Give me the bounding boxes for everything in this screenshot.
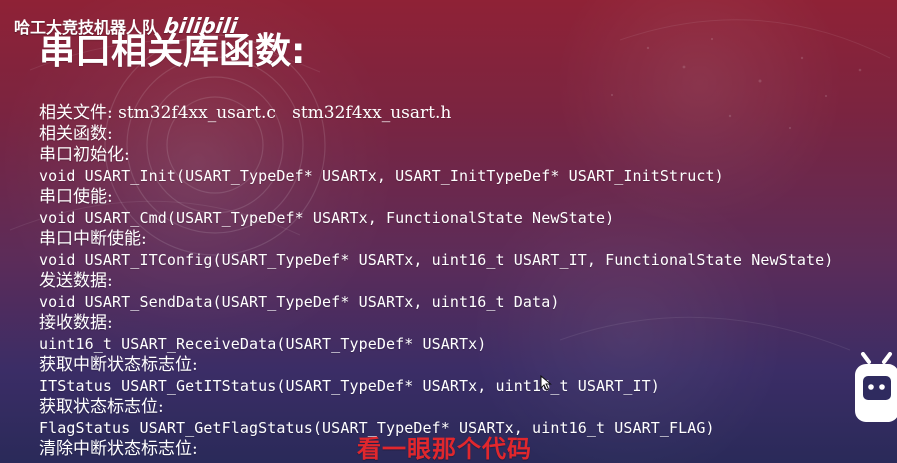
slide-line: 串口使能: (39, 187, 113, 207)
slide-canvas: 哈工大竞技机器人队 bilibili 串口相关库函数: 相关文件: stm32f… (0, 0, 897, 463)
bilibili-tv-icon (855, 352, 897, 422)
code-line: void USART_Init(USART_TypeDef* USARTx, U… (39, 167, 724, 185)
slide-line: 相关文件: stm32f4xx_usart.c stm32f4xx_usart.… (39, 103, 452, 123)
slide-line: 获取中断状态标志位: (39, 355, 198, 375)
code-line: void USART_Cmd(USART_TypeDef* USARTx, Fu… (39, 209, 615, 227)
subtitle-caption: 看一眼那个代码 (357, 435, 532, 463)
code-line: uint16_t USART_ReceiveData(USART_TypeDef… (39, 335, 487, 353)
code-line: ITStatus USART_GetITStatus(USART_TypeDef… (39, 377, 660, 395)
code-line: void USART_ITConfig(USART_TypeDef* USART… (39, 251, 834, 269)
slide-line: 接收数据: (39, 313, 113, 333)
slide-content: 相关文件: stm32f4xx_usart.c stm32f4xx_usart.… (39, 103, 887, 460)
mouse-pointer-icon (540, 375, 552, 391)
slide-line: 获取状态标志位: (39, 397, 164, 417)
slide-line: 相关函数: (39, 124, 113, 144)
slide-line: 发送数据: (39, 271, 113, 291)
slide-line: 串口中断使能: (39, 229, 147, 249)
code-line: void USART_SendData(USART_TypeDef* USART… (39, 293, 560, 311)
slide-line: 串口初始化: (39, 145, 130, 165)
slide-title: 串口相关库函数: (39, 31, 306, 72)
